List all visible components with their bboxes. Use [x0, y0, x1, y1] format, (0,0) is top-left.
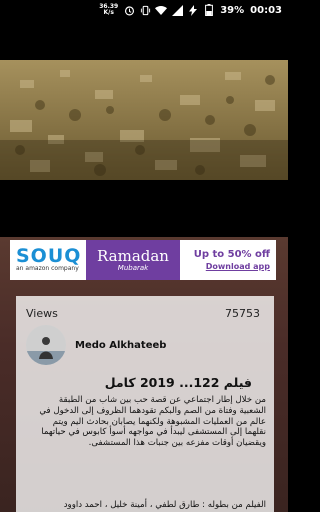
ad-event-subtitle: Mubarak: [117, 263, 149, 272]
ad-brand-logo: SOUQ: [16, 245, 82, 267]
ad-event-panel: Ramadan Mubarak: [86, 240, 180, 280]
battery-percent: 39%: [220, 4, 245, 16]
battery-icon: [203, 4, 215, 16]
ad-banner[interactable]: SOUQ an amazon company Ramadan Mubarak U…: [10, 240, 276, 280]
channel-name[interactable]: Medo Alkhateeb: [75, 340, 166, 351]
network-speed-unit: K/s: [103, 9, 114, 16]
ad-brand-subtitle: an amazon company: [16, 265, 79, 272]
signal-icon: [171, 4, 183, 16]
channel-avatar[interactable]: [26, 325, 66, 365]
alarm-icon: [123, 4, 135, 16]
video-title: فيلم 122... 2019 كامل: [104, 375, 252, 390]
clock: 00:03: [250, 4, 282, 16]
charging-icon: [187, 4, 199, 16]
video-thumbnail: [0, 60, 288, 180]
views-count: 75753: [225, 307, 260, 320]
ad-offer-text: Up to 50% off: [193, 249, 270, 260]
channel-row[interactable]: Medo Alkhateeb: [26, 325, 166, 365]
views-row: Views 75753: [26, 307, 260, 320]
views-label: Views: [26, 307, 58, 320]
ad-event-title: Ramadan: [97, 246, 169, 265]
ad-download-link[interactable]: Download app: [206, 261, 270, 272]
vibrate-icon: [139, 4, 151, 16]
video-cast: الفيلم من بطوله : طارق لطفي ، أمينة خليل…: [63, 500, 266, 510]
network-speed: 36.39 K/s: [99, 4, 118, 16]
status-bar: 36.39 K/s 39% 00:03: [0, 0, 288, 20]
ad-offer-panel: Up to 50% off Download app: [180, 240, 276, 280]
ad-brand-panel: SOUQ an amazon company: [10, 240, 86, 280]
wifi-icon: [155, 4, 168, 16]
screen: 36.39 K/s 39% 00:03 SOUQ an amazon compa…: [0, 0, 288, 512]
video-player[interactable]: [0, 60, 288, 180]
video-description: من خلال إطار اجتماعي عن قصة حب بين شاب م…: [39, 395, 266, 449]
